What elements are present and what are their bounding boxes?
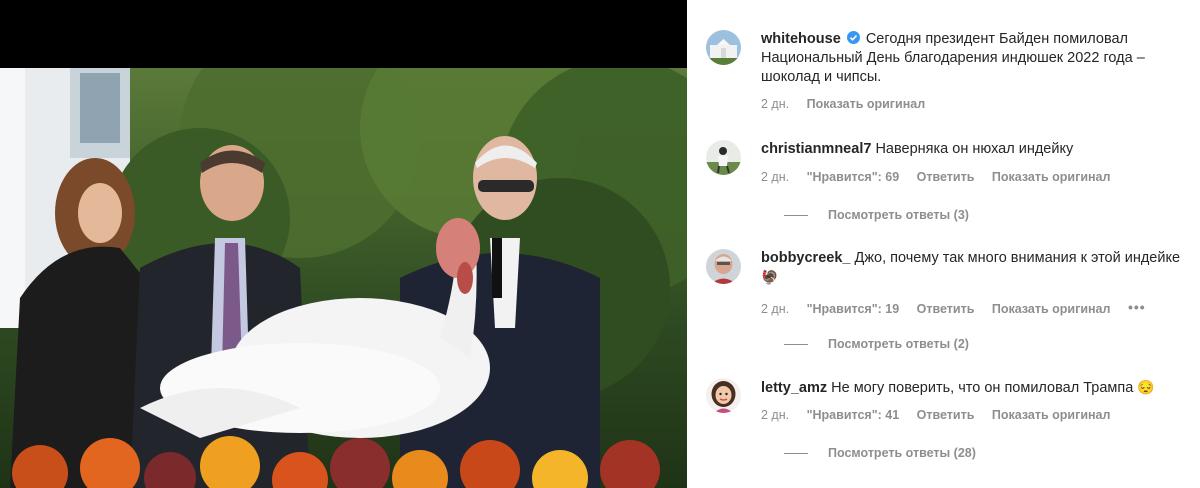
verified-badge-icon <box>846 31 860 44</box>
turkey-emoji-icon: 🦃 <box>761 269 779 285</box>
replies-divider <box>784 343 808 345</box>
photo-illustration <box>0 68 687 488</box>
comment-text: Не могу поверить, что он помиловал Трамп… <box>831 380 1134 396</box>
baseball-player-icon[interactable] <box>706 140 741 175</box>
likes-count[interactable]: "Нравится": 41 <box>807 408 900 422</box>
post-photo <box>0 68 687 488</box>
comment-time[interactable]: 2 дн. <box>761 302 789 316</box>
comment-meta: 2 дн. "Нравится": 41 Ответить Показать о… <box>761 408 1124 422</box>
post-author-username[interactable]: whitehouse <box>761 31 841 47</box>
show-original-button[interactable]: Показать оригинал <box>992 302 1111 316</box>
view-replies-label: Посмотреть ответы (28) <box>828 446 976 460</box>
more-options-icon[interactable]: ••• <box>1128 299 1146 315</box>
comment-username[interactable]: christianmneal7 <box>761 141 871 157</box>
comment-username[interactable]: letty_amz <box>761 380 827 396</box>
show-original-button[interactable]: Показать оригинал <box>992 170 1111 184</box>
replies-divider <box>784 452 808 454</box>
likes-count[interactable]: "Нравится": 69 <box>807 170 900 184</box>
post-time[interactable]: 2 дн. <box>761 97 789 111</box>
comments-panel: whitehouse Сегодня президент Байден поми… <box>687 0 1200 488</box>
view-replies-label: Посмотреть ответы (3) <box>828 208 969 222</box>
show-original-button[interactable]: Показать оригинал <box>807 97 926 111</box>
pensive-emoji-icon: 😔 <box>1137 379 1155 395</box>
comment-meta: 2 дн. "Нравится": 69 Ответить Показать о… <box>761 170 1124 184</box>
replies-divider <box>784 214 808 216</box>
view-replies-button[interactable]: Посмотреть ответы (2) <box>784 337 969 351</box>
view-replies-button[interactable]: Посмотреть ответы (3) <box>784 208 969 222</box>
comment-meta: 2 дн. "Нравится": 19 Ответить Показать о… <box>761 299 1160 316</box>
white-house-icon[interactable] <box>706 30 741 65</box>
comment-time[interactable]: 2 дн. <box>761 170 789 184</box>
likes-count[interactable]: "Нравится": 19 <box>807 302 900 316</box>
post-meta: 2 дн. Показать оригинал <box>761 97 939 111</box>
comment-time[interactable]: 2 дн. <box>761 408 789 422</box>
reply-button[interactable]: Ответить <box>917 408 975 422</box>
comment-text: Наверняка он нюхал индейку <box>875 141 1074 157</box>
reply-button[interactable]: Ответить <box>917 170 975 184</box>
post-media[interactable] <box>0 0 687 488</box>
view-replies-label: Посмотреть ответы (2) <box>828 337 969 351</box>
cartoon-woman-icon[interactable] <box>706 378 741 413</box>
comment-text: Джо, почему так много внимания к этой ин… <box>854 250 1181 266</box>
show-original-button[interactable]: Показать оригинал <box>992 408 1111 422</box>
man-portrait-icon[interactable] <box>706 249 741 284</box>
reply-button[interactable]: Ответить <box>917 302 975 316</box>
view-replies-button[interactable]: Посмотреть ответы (28) <box>784 446 976 460</box>
comment-username[interactable]: bobbycreek_ <box>761 250 850 266</box>
